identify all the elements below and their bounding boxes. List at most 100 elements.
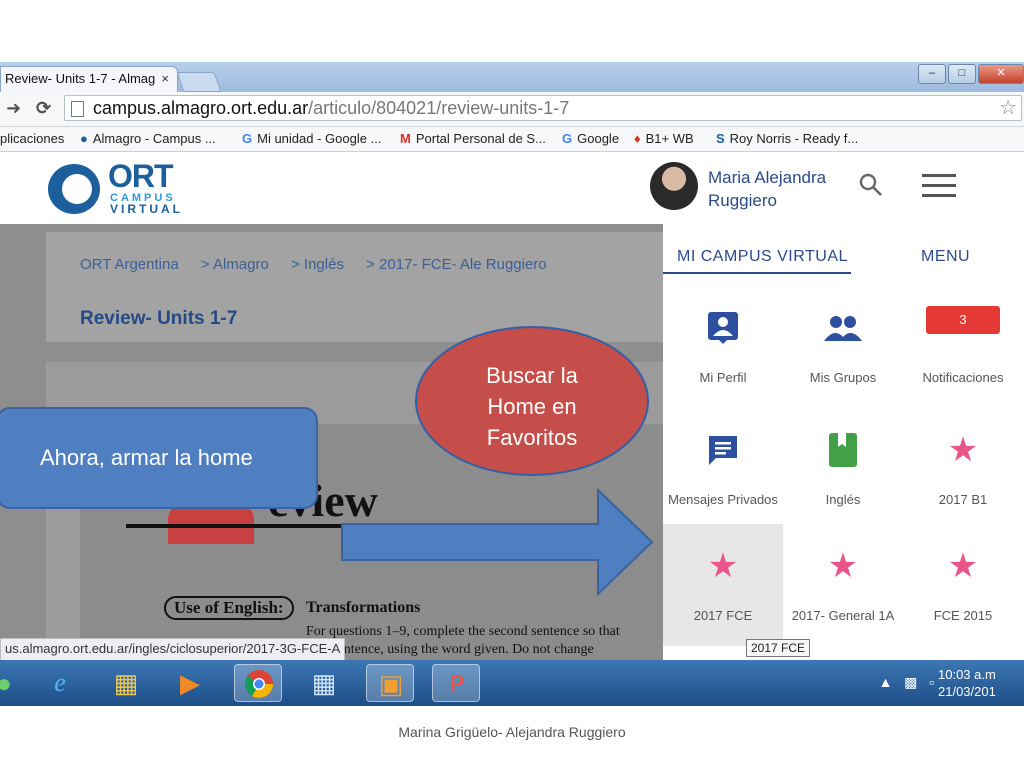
bookmark-label: Almagro - Campus ... bbox=[92, 131, 216, 146]
tile-label: 2017 FCE bbox=[693, 608, 753, 623]
gmail-icon: M bbox=[400, 131, 411, 146]
callout-line: Buscar la bbox=[486, 363, 578, 388]
system-clock[interactable]: 10:03 a.m 21/03/201 bbox=[938, 666, 1024, 700]
tile-label: Inglés bbox=[825, 492, 861, 507]
notification-badge-wrap: 3 bbox=[903, 300, 1023, 340]
bookmark-label: Mi unidad - Google ... bbox=[257, 131, 382, 146]
maximize-icon[interactable]: □ bbox=[948, 64, 976, 84]
bookmark-item[interactable]: M Portal Personal de S... bbox=[400, 131, 546, 146]
status-bar-url: us.almagro.ort.edu.ar/ingles/ciclosuperi… bbox=[0, 638, 346, 662]
bookmark-item[interactable]: S Roy Norris - Ready f... bbox=[716, 131, 858, 146]
link-icon: S bbox=[716, 131, 725, 146]
tab-title: Review- Units 1-7 - Almag bbox=[5, 71, 156, 86]
bookmark-item[interactable]: G Mi unidad - Google ... bbox=[242, 131, 381, 146]
almagro-icon: ● bbox=[80, 131, 88, 146]
reload-icon[interactable]: ⟳ bbox=[36, 98, 51, 119]
avatar[interactable] bbox=[650, 162, 698, 210]
bookmark-star-icon[interactable]: ☆ bbox=[999, 96, 1017, 120]
b1-icon: ♦ bbox=[634, 131, 641, 146]
window-close-icon[interactable]: ✕ bbox=[978, 64, 1024, 84]
start-button[interactable]: ● bbox=[0, 664, 28, 702]
tile-notificaciones[interactable]: 3 Notificaciones bbox=[903, 286, 1023, 408]
clock-time: 10:03 a.m bbox=[938, 667, 996, 682]
section-title: Transformations bbox=[306, 599, 421, 616]
star-icon: ★ bbox=[947, 431, 979, 469]
powerpoint-icon[interactable]: P bbox=[432, 664, 480, 702]
url-host: campus.almagro.ort.edu.ar bbox=[93, 98, 309, 118]
tab-menu[interactable]: MENU bbox=[921, 248, 970, 266]
bookmarks-bar: plicaciones ● Almagro - Campus ... G Mi … bbox=[0, 127, 1024, 152]
forward-arrow-icon[interactable]: ➜ bbox=[6, 98, 21, 119]
book-icon bbox=[783, 430, 903, 470]
tile-mi-perfil[interactable]: Mi Perfil bbox=[663, 286, 783, 408]
groups-icon bbox=[783, 308, 903, 348]
system-tray[interactable]: ▲ ▩ ▫ bbox=[879, 674, 934, 691]
tile-label: 2017- General 1A bbox=[791, 608, 895, 623]
tile-mensajes-privados[interactable]: Mensajes Privados bbox=[663, 408, 783, 530]
internet-explorer-icon[interactable]: e bbox=[36, 664, 84, 702]
browser-tab-bar: Review- Units 1-7 - Almag × – □ ✕ bbox=[0, 62, 1024, 92]
bookmark-label: Portal Personal de S... bbox=[415, 131, 546, 146]
pdf-icon[interactable]: ▣ bbox=[366, 664, 414, 702]
tab-close-icon[interactable]: × bbox=[161, 67, 169, 91]
bookmark-item[interactable]: ♦ B1+ WB bbox=[634, 131, 694, 146]
star-icon: ★ bbox=[947, 547, 979, 585]
tile-2017-general-1a[interactable]: ★ 2017- General 1A bbox=[783, 524, 903, 646]
tile-2017-b1[interactable]: ★ 2017 B1 bbox=[903, 408, 1023, 530]
star-icon: ★ bbox=[827, 547, 859, 585]
calculator-icon[interactable]: ▦ bbox=[300, 664, 348, 702]
star-icon: ★ bbox=[707, 547, 739, 585]
windows-taskbar: ● e ▦ ▶ ▦ ▣ P ▲ ▩ ▫ 10:03 a.m 21/03/201 bbox=[0, 660, 1024, 706]
bookmark-label: plicaciones bbox=[0, 131, 65, 146]
address-bar[interactable]: campus.almagro.ort.edu.ar/articulo/80402… bbox=[64, 95, 1022, 121]
bookmark-label: B1+ WB bbox=[645, 131, 694, 146]
instructions-line: For questions 1–9, complete the second s… bbox=[306, 624, 620, 639]
tile-label: Mensajes Privados bbox=[668, 492, 778, 507]
instructions-line: first sentence, using the word given. Do… bbox=[306, 642, 594, 657]
bookmark-item[interactable]: ● Almagro - Campus ... bbox=[80, 131, 216, 146]
logo-subtext-virtual: VIRTUAL bbox=[110, 202, 183, 216]
breadcrumb-item[interactable]: ORT Argentina bbox=[80, 256, 179, 273]
tile-label: Mi Perfil bbox=[699, 370, 747, 385]
ort-logo-icon[interactable] bbox=[48, 164, 100, 214]
tile-label: Mis Grupos bbox=[809, 370, 877, 385]
google-icon: G bbox=[562, 131, 573, 146]
tile-mis-grupos[interactable]: Mis Grupos bbox=[783, 286, 903, 408]
user-name-line1: Maria Alejandra bbox=[708, 168, 827, 187]
active-tab-indicator bbox=[663, 272, 851, 274]
page-icon bbox=[71, 101, 84, 117]
breadcrumb-item[interactable]: > Almagro bbox=[201, 256, 269, 273]
tile-fce-2015[interactable]: ★ FCE 2015 bbox=[903, 524, 1023, 646]
callout-line: Favoritos bbox=[486, 425, 578, 450]
bookmark-label: Google bbox=[577, 131, 620, 146]
tile-2017-fce[interactable]: ★ 2017 FCE bbox=[663, 524, 783, 646]
new-tab-button[interactable] bbox=[176, 72, 222, 92]
tile-label: Notificaciones bbox=[922, 370, 1004, 385]
folder-icon[interactable]: ▦ bbox=[102, 664, 150, 702]
browser-toolbar: ➜ ⟳ campus.almagro.ort.edu.ar/articulo/8… bbox=[0, 92, 1024, 127]
tile-label: FCE 2015 bbox=[933, 608, 993, 623]
media-player-icon[interactable]: ▶ bbox=[166, 664, 214, 702]
tile-ingles[interactable]: Inglés bbox=[783, 408, 903, 530]
clock-date: 21/03/201 bbox=[938, 684, 996, 699]
logo-text[interactable]: ORT bbox=[108, 158, 174, 195]
tab-mi-campus-virtual[interactable]: MI CAMPUS VIRTUAL bbox=[677, 248, 848, 266]
side-menu-panel: MI CAMPUS VIRTUAL MENU Mi Perfil Mis Gru… bbox=[663, 224, 1024, 660]
breadcrumb-item[interactable]: > Inglés bbox=[291, 256, 344, 273]
use-of-english-label: Use of English: bbox=[164, 596, 294, 620]
hamburger-menu-icon[interactable] bbox=[922, 174, 956, 204]
bookmark-item[interactable]: G Google bbox=[562, 131, 619, 146]
callout-ahora-armar-la-home: Ahora, armar la home bbox=[0, 407, 318, 509]
breadcrumb-item[interactable]: > 2017- FCE- Ale Ruggiero bbox=[366, 256, 547, 273]
site-header: ORT CAMPUS VIRTUAL Maria Alejandra Ruggi… bbox=[0, 152, 1024, 224]
browser-tab[interactable]: Review- Units 1-7 - Almag × bbox=[0, 66, 178, 92]
window-controls: – □ ✕ bbox=[916, 64, 1024, 84]
search-icon[interactable] bbox=[858, 172, 884, 205]
user-name[interactable]: Maria Alejandra Ruggiero bbox=[708, 166, 826, 212]
tooltip: 2017 FCE bbox=[746, 639, 811, 657]
chrome-icon[interactable] bbox=[234, 664, 282, 702]
google-icon: G bbox=[242, 131, 253, 146]
bookmark-item[interactable]: plicaciones bbox=[0, 131, 64, 146]
minimize-icon[interactable]: – bbox=[918, 64, 946, 84]
bookmark-label: Roy Norris - Ready f... bbox=[729, 131, 859, 146]
